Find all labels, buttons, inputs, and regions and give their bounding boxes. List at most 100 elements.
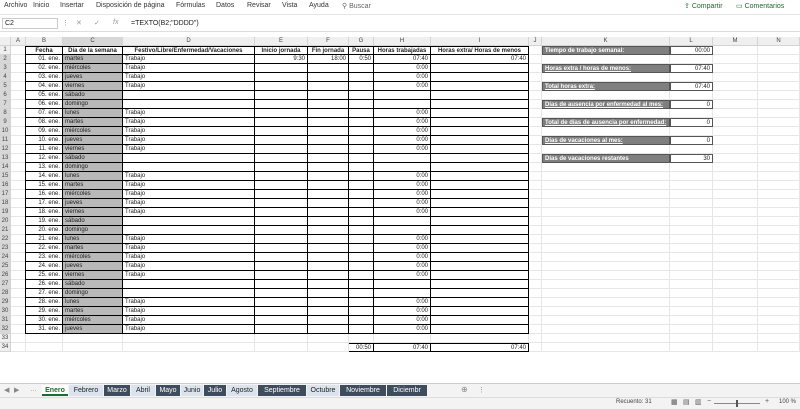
cell-extra[interactable] [431, 190, 529, 199]
cell-extra[interactable] [431, 73, 529, 82]
cell-horas[interactable]: 0:00 [374, 145, 431, 154]
cell-inicio[interactable] [255, 298, 308, 307]
cell-fin[interactable] [308, 118, 349, 127]
cell-extra[interactable] [431, 199, 529, 208]
cell-fecha[interactable]: 28. ene. [26, 298, 63, 307]
cell-fin[interactable] [308, 280, 349, 289]
tab-febrero[interactable]: Febrero [69, 385, 103, 396]
cell-fin[interactable] [308, 109, 349, 118]
zoom-in-icon[interactable]: + [765, 398, 769, 405]
cell-pausa[interactable] [349, 136, 374, 145]
cell-extra[interactable] [431, 100, 529, 109]
cell-fin[interactable] [308, 64, 349, 73]
cell-inicio[interactable] [255, 145, 308, 154]
cell-dia[interactable]: jueves [63, 262, 123, 271]
select-all-corner[interactable] [0, 37, 11, 46]
cell-dia[interactable]: jueves [63, 325, 123, 334]
cell-horas[interactable] [374, 280, 431, 289]
cell-inicio[interactable] [255, 127, 308, 136]
cell-festivo[interactable]: Trabajo [123, 136, 255, 145]
cell-fecha[interactable]: 15. ene. [26, 181, 63, 190]
cell-festivo[interactable]: Trabajo [123, 208, 255, 217]
summary-value[interactable]: 0 [670, 100, 713, 109]
cell-inicio[interactable] [255, 289, 308, 298]
cell-horas[interactable]: 0:00 [374, 136, 431, 145]
cell-inicio[interactable] [255, 118, 308, 127]
cell-fin[interactable] [308, 91, 349, 100]
cell-fin[interactable] [308, 73, 349, 82]
total-pausa[interactable]: 00:50 [349, 343, 374, 352]
cell-fecha[interactable]: 17. ene. [26, 199, 63, 208]
cell-inicio[interactable] [255, 100, 308, 109]
cell-fin[interactable] [308, 82, 349, 91]
cell-pausa[interactable] [349, 280, 374, 289]
cell-dia[interactable]: sábado [63, 280, 123, 289]
name-box[interactable]: C2 [2, 18, 58, 29]
cell-fin[interactable] [308, 154, 349, 163]
formula-input[interactable]: =TEXTO(B2;"DDDD") [131, 20, 199, 27]
cell-fin[interactable] [308, 325, 349, 334]
cell-fecha[interactable]: 27. ene. [26, 289, 63, 298]
menu-archivo[interactable]: Archivo [4, 2, 27, 9]
cell-horas[interactable]: 0:00 [374, 307, 431, 316]
cell-pausa[interactable] [349, 181, 374, 190]
cell-horas[interactable]: 0:00 [374, 190, 431, 199]
column-header-h[interactable]: H [374, 37, 431, 46]
cell-pausa[interactable] [349, 163, 374, 172]
summary-value[interactable]: 0 [670, 118, 713, 127]
cell-horas[interactable]: 0:00 [374, 208, 431, 217]
cell-inicio[interactable] [255, 316, 308, 325]
cell-inicio[interactable] [255, 244, 308, 253]
cell-inicio[interactable] [255, 181, 308, 190]
row-header[interactable]: 31 [0, 316, 11, 325]
summary-value[interactable]: 07:40 [670, 64, 713, 73]
cell-inicio[interactable] [255, 208, 308, 217]
cell-pausa[interactable] [349, 109, 374, 118]
cell-dia[interactable]: viernes [63, 271, 123, 280]
tab-marzo[interactable]: Marzo [104, 385, 130, 396]
cell-inicio[interactable]: 9:30 [255, 55, 308, 64]
cell-fin[interactable] [308, 217, 349, 226]
cell-extra[interactable] [431, 64, 529, 73]
tab-diciembr[interactable]: Diciembr [387, 385, 427, 396]
cell-fin[interactable] [308, 262, 349, 271]
cell-fecha[interactable]: 11. ene. [26, 145, 63, 154]
cell-horas[interactable]: 0:00 [374, 271, 431, 280]
summary-value[interactable]: 07:40 [670, 82, 713, 91]
cell-festivo[interactable] [123, 154, 255, 163]
cell-festivo[interactable] [123, 280, 255, 289]
cell-inicio[interactable] [255, 109, 308, 118]
cell-horas[interactable]: 0:00 [374, 235, 431, 244]
cell-dia[interactable]: martes [63, 55, 123, 64]
cell-dia[interactable]: miércoles [63, 190, 123, 199]
row-header[interactable]: 24 [0, 253, 11, 262]
cell-horas[interactable]: 0:00 [374, 262, 431, 271]
cell-dia[interactable]: viernes [63, 145, 123, 154]
row-header[interactable]: 3 [0, 64, 11, 73]
normal-view-icon[interactable]: ▦ [671, 398, 678, 406]
cell-extra[interactable] [431, 217, 529, 226]
cell-pausa[interactable] [349, 253, 374, 262]
cell-horas[interactable]: 0:00 [374, 73, 431, 82]
cell-inicio[interactable] [255, 73, 308, 82]
tab-octubre[interactable]: Octubre [307, 385, 339, 396]
cell-pausa[interactable] [349, 262, 374, 271]
cell-festivo[interactable]: Trabajo [123, 82, 255, 91]
cell-festivo[interactable]: Trabajo [123, 316, 255, 325]
column-header-f[interactable]: F [308, 37, 349, 46]
cell-horas[interactable]: 0:00 [374, 64, 431, 73]
cell-dia[interactable]: jueves [63, 136, 123, 145]
menu-insertar[interactable]: Insertar [60, 2, 84, 9]
cell-horas[interactable]: 0:00 [374, 199, 431, 208]
cell-extra[interactable] [431, 208, 529, 217]
cell-dia[interactable]: martes [63, 118, 123, 127]
zoom-slider-thumb[interactable] [736, 400, 738, 407]
tab-mayo[interactable]: Mayo [156, 385, 180, 396]
menu-revisar[interactable]: Revisar [247, 2, 271, 9]
cell-festivo[interactable]: Trabajo [123, 181, 255, 190]
cell-inicio[interactable] [255, 190, 308, 199]
cell-fecha[interactable]: 14. ene. [26, 172, 63, 181]
cell-extra[interactable] [431, 307, 529, 316]
row-header[interactable]: 33 [0, 334, 11, 343]
cell-fecha[interactable]: 29. ene. [26, 307, 63, 316]
